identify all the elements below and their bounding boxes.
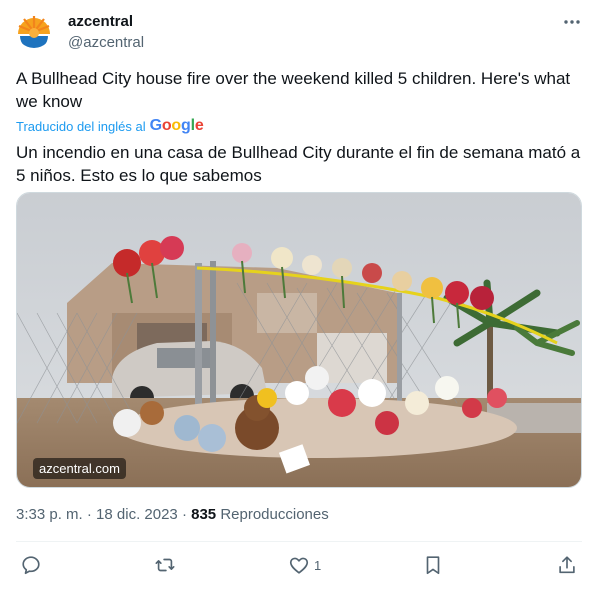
author-handle[interactable]: @azcentral (68, 34, 144, 51)
reply-icon (22, 556, 40, 575)
views-label: Reproducciones (220, 506, 329, 523)
tweet-text: A Bullhead City house fire over the week… (16, 69, 571, 111)
divider (16, 541, 582, 542)
tweet-date[interactable]: 18 dic. 2023 (96, 506, 178, 523)
share-icon (559, 556, 575, 574)
share-button[interactable] (556, 553, 578, 577)
avatar[interactable] (16, 12, 52, 48)
more-options-icon[interactable] (562, 12, 582, 32)
like-button[interactable]: 1 (288, 553, 321, 577)
google-logo: Google (149, 117, 204, 134)
translated-label: Traducido del inglés al (16, 118, 146, 134)
meta-separator: · (86, 506, 92, 523)
tweet-meta: 3:33 p. m. · 18 dic. 2023 · 835 Reproduc… (16, 506, 329, 523)
repost-button[interactable] (154, 553, 176, 577)
tweet-card: azcentral @azcentral A Bullhead City hou… (0, 0, 598, 589)
action-bar: 1 (16, 553, 582, 577)
translated-text: Un incendio en una casa de Bullhead City… (16, 143, 581, 185)
bookmark-icon (426, 556, 440, 575)
bookmark-button[interactable] (422, 553, 444, 577)
like-count: 1 (314, 557, 322, 573)
tweet-time[interactable]: 3:33 p. m. (16, 506, 83, 523)
image-watermark: azcentral.com (33, 458, 126, 479)
views-count: 835 (191, 506, 217, 523)
heart-icon (289, 557, 309, 574)
tweet-image[interactable]: azcentral.com (16, 192, 582, 488)
author-name[interactable]: azcentral (68, 13, 133, 30)
repost-icon (155, 558, 175, 572)
translation-attribution[interactable]: Traducido del inglés al Google (16, 117, 204, 135)
reply-button[interactable] (20, 553, 42, 577)
meta-separator: · (181, 506, 187, 523)
